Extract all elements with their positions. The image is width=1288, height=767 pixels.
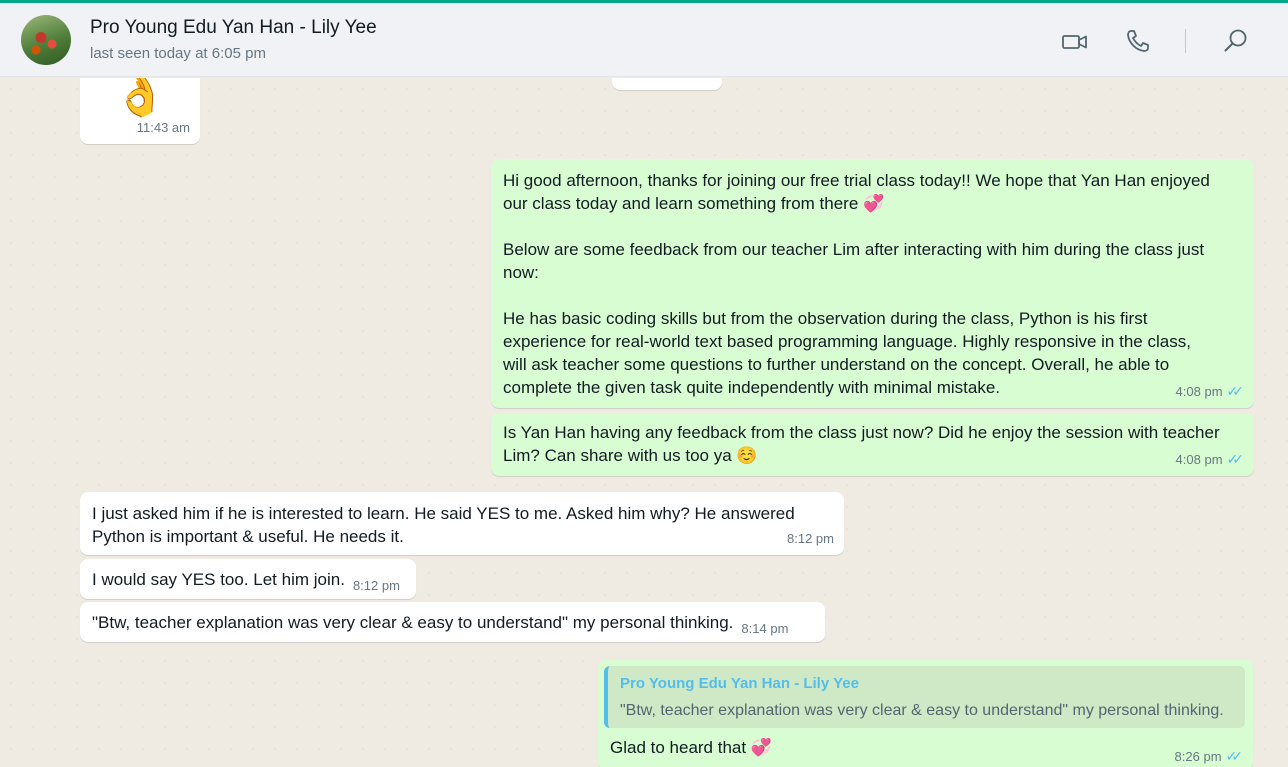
message-text: "Btw, teacher explanation was very clear… — [92, 613, 734, 632]
message-bubble[interactable]: "Btw, teacher explanation was very clear… — [80, 602, 825, 642]
message-text: Is Yan Han having any feedback from the … — [503, 423, 1220, 465]
header-divider — [1185, 29, 1186, 53]
message-text: Glad to heard that 💞 — [610, 738, 772, 757]
quoted-author: Pro Young Edu Yan Han - Lily Yee — [620, 675, 859, 692]
message-bubble[interactable]: Hi good afternoon, thanks for joining ou… — [491, 159, 1254, 408]
message-time: 8:12 pm — [352, 578, 400, 593]
video-call-icon[interactable] — [1061, 27, 1089, 55]
chat-header[interactable]: Pro Young Edu Yan Han - Lily Yee last se… — [0, 3, 1288, 77]
message-bubble[interactable]: 👌 11:43 am — [80, 78, 200, 144]
message-bubble[interactable] — [612, 78, 722, 90]
voice-call-icon[interactable] — [1124, 27, 1152, 55]
ok-hand-emoji: 👌 — [114, 78, 167, 119]
message-time: 4:08 pm ✓✓ — [1176, 448, 1245, 471]
message-text: I just asked him if he is interested to … — [92, 504, 795, 546]
search-icon[interactable] — [1222, 27, 1250, 55]
message-time: 8:26 pm ✓✓ — [1175, 745, 1244, 767]
quoted-text: "Btw, teacher explanation was very clear… — [620, 702, 1224, 719]
message-time: 11:43 am — [136, 120, 190, 135]
message-bubble[interactable]: Is Yan Han having any feedback from the … — [491, 413, 1254, 476]
last-seen-status: last seen today at 6:05 pm — [90, 45, 266, 62]
message-bubble[interactable]: Pro Young Edu Yan Han - Lily Yee "Btw, t… — [598, 660, 1253, 767]
message-bubble[interactable]: I just asked him if he is interested to … — [80, 492, 844, 555]
message-text: I would say YES too. Let him join. — [92, 570, 345, 589]
contact-avatar[interactable] — [21, 15, 71, 65]
message-list[interactable]: 👌 11:43 am Hi good afternoon, thanks for… — [0, 78, 1288, 767]
message-time: 4:08 pm ✓✓ — [1176, 380, 1245, 403]
contact-name[interactable]: Pro Young Edu Yan Han - Lily Yee — [90, 17, 377, 39]
message-time: 8:12 pm — [787, 531, 834, 546]
read-receipt-icon: ✓✓ — [1226, 451, 1245, 467]
message-text: Hi good afternoon, thanks for joining ou… — [503, 171, 1210, 397]
quoted-message[interactable]: Pro Young Edu Yan Han - Lily Yee "Btw, t… — [604, 666, 1245, 728]
message-time: 8:14 pm — [741, 621, 789, 636]
read-receipt-icon: ✓✓ — [1225, 748, 1244, 764]
read-receipt-icon: ✓✓ — [1226, 383, 1245, 399]
message-bubble[interactable]: I would say YES too. Let him join. 8:12 p… — [80, 559, 416, 599]
